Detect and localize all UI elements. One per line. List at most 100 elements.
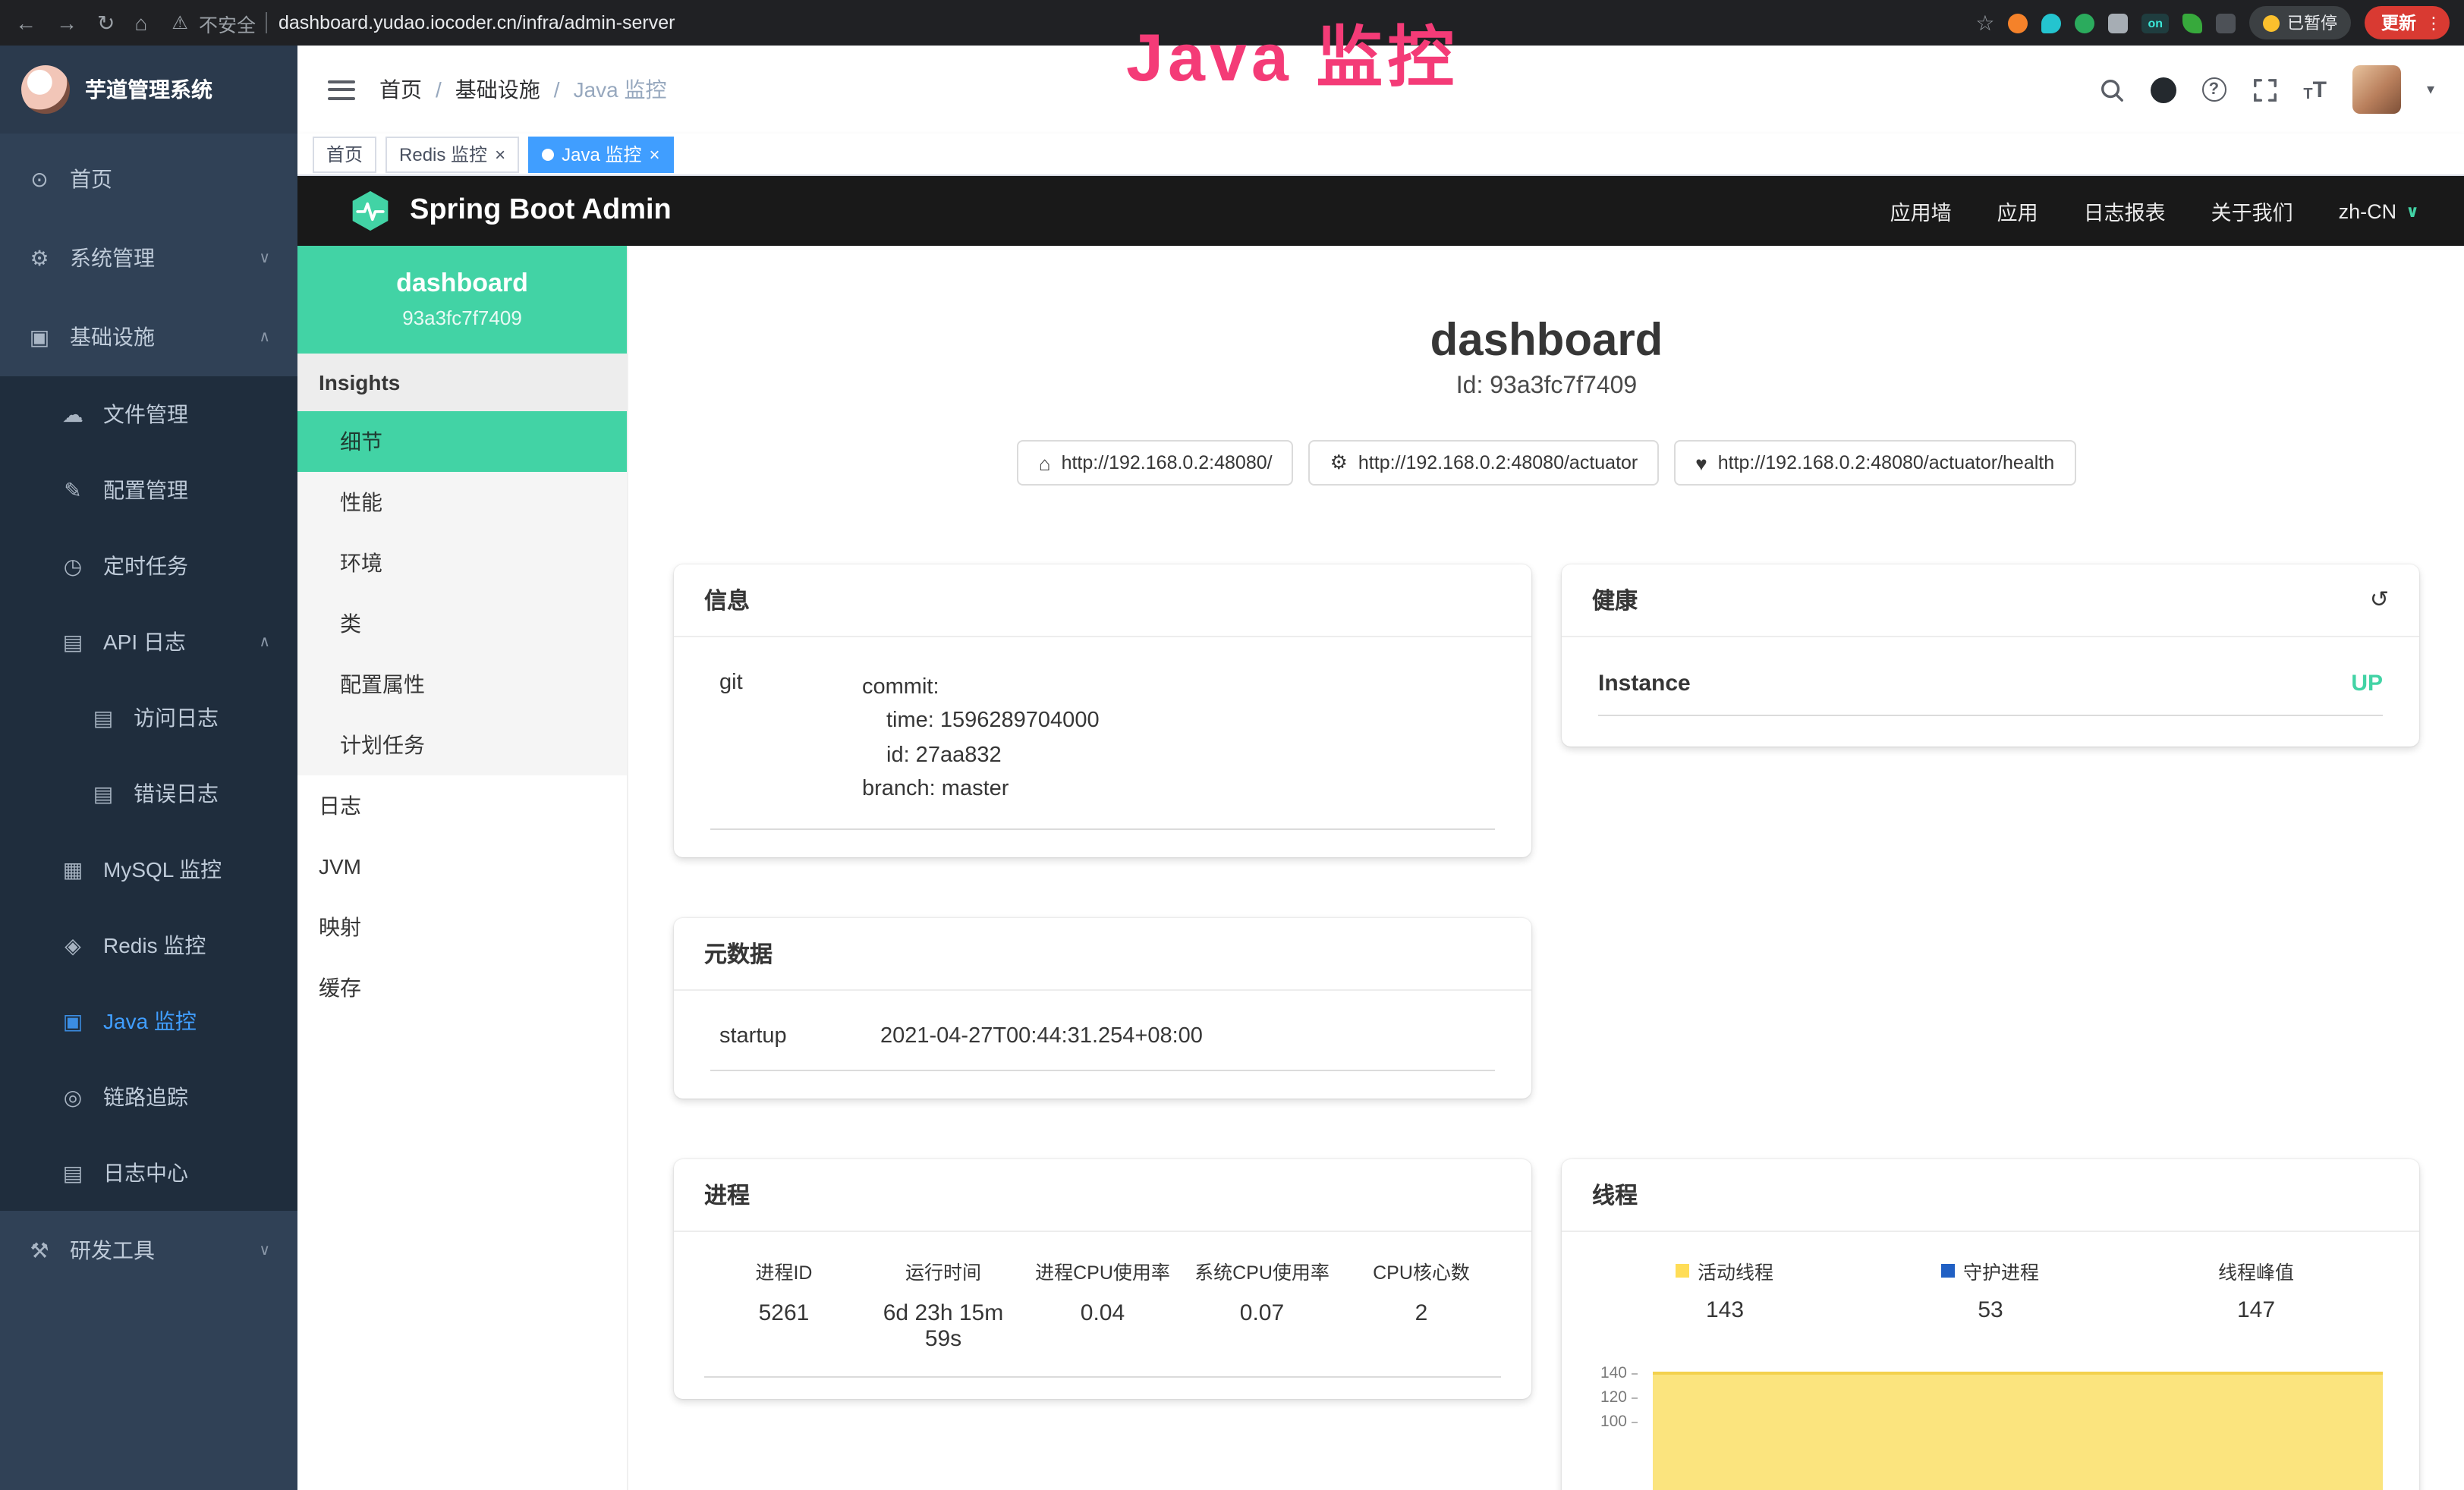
sba-nav-about[interactable]: 关于我们 xyxy=(2211,196,2293,226)
font-size-icon[interactable]: TT xyxy=(2303,77,2327,102)
paused-badge[interactable]: 已暂停 xyxy=(2249,6,2351,39)
extension-puzzle-icon[interactable] xyxy=(2216,13,2236,33)
bookmark-star-icon[interactable]: ☆ xyxy=(1975,12,1994,33)
sidebar-item-infrastructure[interactable]: ▣ 基础设施 ∧ xyxy=(0,297,297,376)
process-col-pid: 进程ID 5261 xyxy=(704,1256,864,1352)
database-icon: ▦ xyxy=(61,857,85,882)
pencil-icon: ✎ xyxy=(61,477,85,503)
breadcrumb-item-home[interactable]: 首页 xyxy=(379,74,422,105)
sba-logo-icon xyxy=(349,190,392,232)
tab-java-monitor[interactable]: Java 监控 × xyxy=(528,136,673,172)
screen: ← → ↻ ⌂ ⚠ 不安全 dashboard.yudao.iocoder.cn… xyxy=(0,0,2464,1490)
fullscreen-icon[interactable] xyxy=(2252,77,2277,102)
sba-locale-select[interactable]: zh-CN ∨ xyxy=(2339,200,2419,222)
sba-item-metrics[interactable]: 性能 xyxy=(297,472,627,533)
forward-icon[interactable]: → xyxy=(56,12,77,33)
caret-down-icon[interactable]: ▾ xyxy=(2427,81,2434,98)
help-icon[interactable]: ? xyxy=(2201,77,2226,102)
sba-item-environment[interactable]: 环境 xyxy=(297,533,627,593)
app-logo[interactable]: 芋道管理系统 xyxy=(0,46,297,134)
sidebar-item-label: 访问日志 xyxy=(134,703,219,733)
close-icon[interactable]: × xyxy=(495,145,505,163)
sba-item-classes[interactable]: 类 xyxy=(297,593,627,654)
instance-url-button[interactable]: ⌂ http://192.168.0.2:48080/ xyxy=(1018,440,1294,486)
sidebar-item-dev-tools[interactable]: ⚒ 研发工具 ∨ xyxy=(0,1211,297,1290)
y-axis-tick: 120 xyxy=(1592,1390,1638,1406)
sidebar-item-config-mgmt[interactable]: ✎ 配置管理 xyxy=(0,452,297,528)
extension-on-badge[interactable]: on xyxy=(2141,13,2169,33)
process-col-system-cpu: 系统CPU使用率 0.07 xyxy=(1182,1256,1342,1352)
sba-nav-wallboard[interactable]: 应用墙 xyxy=(1890,196,1952,226)
gear-icon: ⚙ xyxy=(27,245,52,271)
sba-item-mappings[interactable]: 映射 xyxy=(297,897,627,957)
sba-brand-title[interactable]: Spring Boot Admin xyxy=(410,194,672,228)
sba-instance-name: dashboard xyxy=(313,269,612,299)
sidebar-item-system-mgmt[interactable]: ⚙ 系统管理 ∨ xyxy=(0,218,297,297)
security-warning-label: 不安全 xyxy=(199,8,256,37)
search-icon[interactable] xyxy=(2098,77,2124,102)
health-instance-row[interactable]: Instance UP xyxy=(1598,671,2383,716)
chevron-down-icon: ∨ xyxy=(259,1242,270,1259)
extension-icon-2[interactable] xyxy=(2041,13,2061,33)
address-bar[interactable]: ⚠ 不安全 dashboard.yudao.iocoder.cn/infra/a… xyxy=(172,8,1966,37)
breadcrumb: 首页 / 基础设施 / Java 监控 xyxy=(379,74,667,105)
threads-card: 线程 活动线程 1 xyxy=(1562,1159,2419,1490)
topbar-actions: ? TT ▾ xyxy=(2098,65,2434,114)
info-card-title: 信息 xyxy=(704,584,750,616)
info-card-body: git commit: time: 1596289704000 id: 27aa… xyxy=(674,637,1531,857)
sidebar-item-label: 错误日志 xyxy=(134,778,219,809)
sba-item-details[interactable]: 细节 xyxy=(297,411,627,472)
extension-icon-3[interactable] xyxy=(2075,13,2094,33)
sidebar-item-log-center[interactable]: ▤ 日志中心 xyxy=(0,1135,297,1211)
user-avatar[interactable] xyxy=(2352,65,2401,114)
back-icon[interactable]: ← xyxy=(15,12,36,33)
sidebar-item-error-logs[interactable]: ▤ 错误日志 xyxy=(0,756,297,831)
reload-icon[interactable]: ↻ xyxy=(97,12,115,33)
sba-nav-journal[interactable]: 日志报表 xyxy=(2084,196,2166,226)
history-icon[interactable]: ↺ xyxy=(2370,589,2389,611)
sidebar-item-scheduled-jobs[interactable]: ◷ 定时任务 xyxy=(0,528,297,604)
sidebar-item-file-mgmt[interactable]: ☁ 文件管理 xyxy=(0,376,297,452)
update-button[interactable]: 更新 ⋮ xyxy=(2365,6,2450,39)
sidebar-item-label: 定时任务 xyxy=(103,551,188,581)
sidebar-item-redis-monitor[interactable]: ◈ Redis 监控 xyxy=(0,907,297,983)
app-shell: 芋道管理系统 ⊙ 首页 ⚙ 系统管理 ∨ ▣ 基础设施 ∧ xyxy=(0,46,2464,1490)
infrastructure-icon: ▣ xyxy=(27,324,52,350)
github-icon[interactable] xyxy=(2150,77,2176,102)
sba-item-caches[interactable]: 缓存 xyxy=(297,957,627,1018)
tab-label: Java 监控 xyxy=(562,141,641,167)
sidebar-toggle-icon[interactable] xyxy=(328,80,355,99)
column-header: 系统CPU使用率 xyxy=(1182,1256,1342,1285)
browser-home-icon[interactable]: ⌂ xyxy=(134,12,147,33)
sba-nav-applications[interactable]: 应用 xyxy=(1997,196,2038,226)
sidebar-item-tracing[interactable]: ◎ 链路追踪 xyxy=(0,1059,297,1135)
metadata-card-title: 元数据 xyxy=(704,938,773,970)
breadcrumb-separator: / xyxy=(436,77,442,102)
health-url-button[interactable]: ♥ http://192.168.0.2:48080/actuator/heal… xyxy=(1674,440,2075,486)
close-icon[interactable]: × xyxy=(649,145,659,163)
sidebar-item-java-monitor[interactable]: ▣ Java 监控 xyxy=(0,983,297,1059)
sba-instance-header[interactable]: dashboard 93a3fc7f7409 xyxy=(297,246,627,354)
tab-home[interactable]: 首页 xyxy=(313,136,376,172)
process-col-process-cpu: 进程CPU使用率 0.04 xyxy=(1023,1256,1182,1352)
sidebar-item-home[interactable]: ⊙ 首页 xyxy=(0,140,297,218)
sidebar-item-mysql-monitor[interactable]: ▦ MySQL 监控 xyxy=(0,831,297,907)
actuator-url-button[interactable]: ⚙ http://192.168.0.2:48080/actuator xyxy=(1309,440,1660,486)
column-value: 6d 23h 15m 59s xyxy=(864,1300,1023,1352)
sba-item-logs[interactable]: 日志 xyxy=(297,775,627,836)
breadcrumb-item-infrastructure[interactable]: 基础设施 xyxy=(455,74,540,105)
tab-label: 首页 xyxy=(326,141,363,167)
chevron-up-icon: ∧ xyxy=(259,328,270,345)
extension-icon-1[interactable] xyxy=(2008,13,2028,33)
tab-redis-monitor[interactable]: Redis 监控 × xyxy=(385,136,519,172)
sidebar-item-access-logs[interactable]: ▤ 访问日志 xyxy=(0,680,297,756)
extension-icon-4[interactable] xyxy=(2108,13,2128,33)
sidebar-item-label: 配置管理 xyxy=(103,475,188,505)
sba-item-config-props[interactable]: 配置属性 xyxy=(297,654,627,715)
app-logo-avatar xyxy=(21,65,70,114)
sba-item-jvm[interactable]: JVM xyxy=(297,836,627,897)
kebab-menu-icon[interactable]: ⋮ xyxy=(2425,13,2442,33)
sidebar-item-api-logs[interactable]: ▤ API 日志 ∧ xyxy=(0,604,297,680)
extension-leaf-icon[interactable] xyxy=(2182,13,2202,33)
sba-item-scheduled-tasks[interactable]: 计划任务 xyxy=(297,715,627,775)
